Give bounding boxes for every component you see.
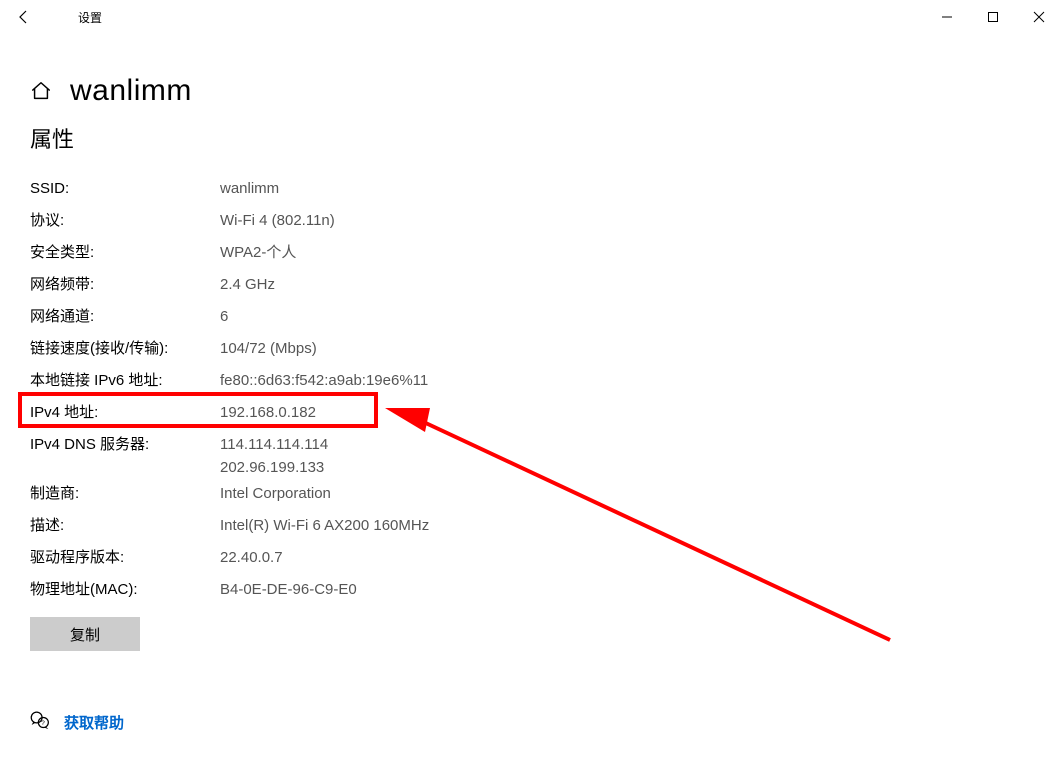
- prop-value: 6: [220, 306, 228, 329]
- prop-row-channel: 网络通道: 6: [30, 304, 1062, 336]
- page-heading: wanlimm: [0, 34, 1062, 108]
- help-chat-icon: ?: [30, 710, 50, 734]
- prop-label: 本地链接 IPv6 地址:: [30, 370, 220, 393]
- prop-value: Intel Corporation: [220, 483, 331, 506]
- title-bar: 设置: [0, 0, 1062, 34]
- home-icon[interactable]: [30, 80, 52, 102]
- prop-label: 描述:: [30, 515, 220, 538]
- prop-label: IPv4 地址:: [30, 402, 220, 425]
- copy-button[interactable]: 复制: [30, 617, 140, 651]
- close-button[interactable]: [1016, 0, 1062, 34]
- prop-label: 驱动程序版本:: [30, 547, 220, 570]
- prop-value: 192.168.0.182: [220, 402, 316, 425]
- prop-value: Wi-Fi 4 (802.11n): [220, 210, 335, 233]
- prop-label: 制造商:: [30, 483, 220, 506]
- section-title-properties: 属性: [0, 108, 1062, 164]
- prop-row-mac: 物理地址(MAC): B4-0E-DE-96-C9-E0: [30, 577, 1062, 609]
- prop-row-ssid: SSID: wanlimm: [30, 176, 1062, 208]
- prop-row-description: 描述: Intel(R) Wi-Fi 6 AX200 160MHz: [30, 513, 1062, 545]
- prop-label: 物理地址(MAC):: [30, 579, 220, 602]
- prop-value: 104/72 (Mbps): [220, 338, 317, 361]
- prop-row-band: 网络频带: 2.4 GHz: [30, 272, 1062, 304]
- prop-value: WPA2-个人: [220, 242, 296, 265]
- prop-value: 114.114.114.114 202.96.199.133: [220, 434, 328, 479]
- prop-row-ipv4: IPv4 地址: 192.168.0.182: [30, 400, 1062, 432]
- get-help-link[interactable]: 获取帮助: [64, 712, 124, 733]
- back-button[interactable]: [0, 0, 48, 34]
- properties-list: SSID: wanlimm 协议: Wi-Fi 4 (802.11n) 安全类型…: [0, 164, 1062, 609]
- prop-row-ipv6-local: 本地链接 IPv6 地址: fe80::6d63:f542:a9ab:19e6%…: [30, 368, 1062, 400]
- prop-label: 网络通道:: [30, 306, 220, 329]
- prop-row-protocol: 协议: Wi-Fi 4 (802.11n): [30, 208, 1062, 240]
- prop-label: 协议:: [30, 210, 220, 233]
- prop-value: B4-0E-DE-96-C9-E0: [220, 579, 357, 602]
- window-title: 设置: [48, 9, 102, 26]
- prop-value: fe80::6d63:f542:a9ab:19e6%11: [220, 370, 428, 393]
- page-title: wanlimm: [70, 74, 192, 108]
- prop-label: 链接速度(接收/传输):: [30, 338, 220, 361]
- prop-row-driver-version: 驱动程序版本: 22.40.0.7: [30, 545, 1062, 577]
- maximize-button[interactable]: [970, 0, 1016, 34]
- prop-row-manufacturer: 制造商: Intel Corporation: [30, 481, 1062, 513]
- prop-value: wanlimm: [220, 178, 279, 201]
- prop-value: 2.4 GHz: [220, 274, 275, 297]
- prop-value: 22.40.0.7: [220, 547, 283, 570]
- prop-label: SSID:: [30, 178, 220, 201]
- prop-label: 网络频带:: [30, 274, 220, 297]
- svg-text:?: ?: [41, 720, 45, 727]
- prop-value: Intel(R) Wi-Fi 6 AX200 160MHz: [220, 515, 429, 538]
- minimize-button[interactable]: [924, 0, 970, 34]
- prop-label: IPv4 DNS 服务器:: [30, 434, 220, 457]
- prop-row-ipv4-dns: IPv4 DNS 服务器: 114.114.114.114 202.96.199…: [30, 432, 1062, 481]
- prop-label: 安全类型:: [30, 242, 220, 265]
- help-area: ? 获取帮助: [30, 710, 124, 734]
- prop-row-security: 安全类型: WPA2-个人: [30, 240, 1062, 272]
- prop-row-speed: 链接速度(接收/传输): 104/72 (Mbps): [30, 336, 1062, 368]
